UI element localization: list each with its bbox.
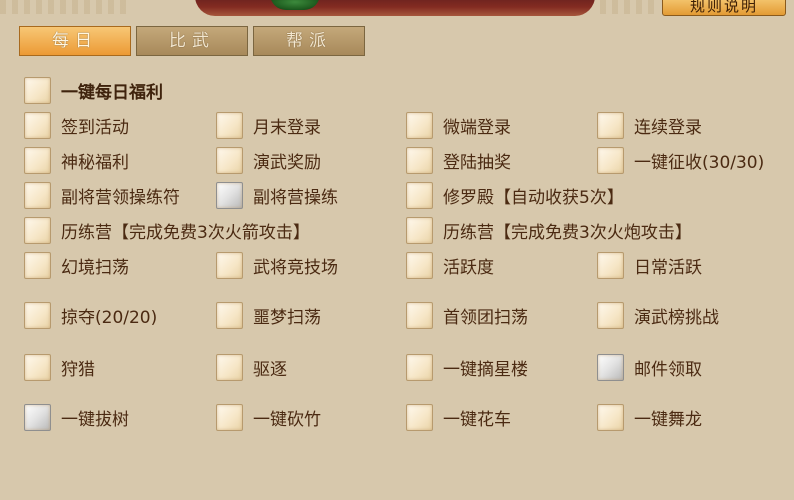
option-hunting[interactable]: 狩猎 bbox=[24, 353, 95, 381]
option-label: 登陆抽奖 bbox=[443, 152, 511, 173]
checkbox[interactable] bbox=[216, 181, 243, 209]
checkbox[interactable] bbox=[406, 146, 433, 174]
checkbox[interactable] bbox=[216, 251, 243, 279]
option-label: 演武榜挑战 bbox=[634, 307, 719, 328]
option-pull-tree[interactable]: 一键拔树 bbox=[24, 403, 129, 431]
checkbox[interactable] bbox=[406, 216, 433, 244]
option-label: 一键摘星楼 bbox=[443, 359, 528, 380]
checkbox[interactable] bbox=[216, 111, 243, 139]
checkbox[interactable] bbox=[597, 251, 624, 279]
option-label: 一键舞龙 bbox=[634, 409, 702, 430]
rules-button[interactable]: 规则说明 bbox=[662, 0, 786, 16]
option-activity[interactable]: 活跃度 bbox=[406, 251, 494, 279]
checkbox[interactable] bbox=[406, 353, 433, 381]
checkbox[interactable] bbox=[406, 181, 433, 209]
option-label: 日常活跃 bbox=[634, 257, 702, 278]
option-label: 武将竞技场 bbox=[253, 257, 338, 278]
option-boss-sweep[interactable]: 首领团扫荡 bbox=[406, 301, 528, 329]
checkbox[interactable] bbox=[406, 403, 433, 431]
option-label: 历练营【完成免费3次火箭攻击】 bbox=[61, 222, 310, 243]
option-label: 狩猎 bbox=[61, 359, 95, 380]
banner-decoration bbox=[195, 0, 595, 16]
option-one-key-levy[interactable]: 一键征收(30/30) bbox=[597, 146, 764, 174]
option-consecutive-login[interactable]: 连续登录 bbox=[597, 111, 702, 139]
option-expel[interactable]: 驱逐 bbox=[216, 353, 287, 381]
checkbox[interactable] bbox=[24, 216, 51, 244]
checkbox[interactable] bbox=[216, 353, 243, 381]
option-asura-hall[interactable]: 修罗殿【自动收获5次】 bbox=[406, 181, 624, 209]
checkbox[interactable] bbox=[24, 76, 51, 104]
option-label: 修罗殿【自动收获5次】 bbox=[443, 187, 624, 208]
option-plunder[interactable]: 掠夺(20/20) bbox=[24, 301, 157, 329]
option-label: 掠夺(20/20) bbox=[61, 307, 158, 328]
checkbox[interactable] bbox=[216, 301, 243, 329]
tab-bar: 每日 比武 帮派 bbox=[19, 26, 365, 56]
option-login-lottery[interactable]: 登陆抽奖 bbox=[406, 146, 511, 174]
option-label: 噩梦扫荡 bbox=[253, 307, 321, 328]
option-training-rocket[interactable]: 历练营【完成免费3次火箭攻击】 bbox=[24, 216, 310, 244]
option-daily-active[interactable]: 日常活跃 bbox=[597, 251, 702, 279]
option-mystery-welfare[interactable]: 神秘福利 bbox=[24, 146, 129, 174]
option-all-daily[interactable]: 一键每日福利 bbox=[24, 76, 163, 104]
tab-duel[interactable]: 比武 bbox=[136, 26, 248, 56]
option-camp-drill-token[interactable]: 副将营领操练符 bbox=[24, 181, 180, 209]
tab-guild[interactable]: 帮派 bbox=[253, 26, 365, 56]
option-label: 神秘福利 bbox=[61, 152, 129, 173]
option-label: 微端登录 bbox=[443, 117, 511, 138]
checkbox[interactable] bbox=[406, 111, 433, 139]
option-label: 历练营【完成免费3次火炮攻击】 bbox=[443, 222, 692, 243]
banner-pattern-right bbox=[600, 0, 660, 14]
option-label: 一键花车 bbox=[443, 409, 511, 430]
option-label: 签到活动 bbox=[61, 117, 129, 138]
option-drill-reward[interactable]: 演武奖励 bbox=[216, 146, 321, 174]
option-float-parade[interactable]: 一键花车 bbox=[406, 403, 511, 431]
option-label: 幻境扫荡 bbox=[61, 257, 129, 278]
option-mail-claim[interactable]: 邮件领取 bbox=[597, 353, 702, 381]
option-label: 活跃度 bbox=[443, 257, 494, 278]
checkbox[interactable] bbox=[597, 353, 624, 381]
option-training-cannon[interactable]: 历练营【完成免费3次火炮攻击】 bbox=[406, 216, 692, 244]
option-cut-bamboo[interactable]: 一键砍竹 bbox=[216, 403, 321, 431]
option-label: 演武奖励 bbox=[253, 152, 321, 173]
option-label: 驱逐 bbox=[253, 359, 287, 380]
checkbox[interactable] bbox=[597, 146, 624, 174]
option-dragon-dance[interactable]: 一键舞龙 bbox=[597, 403, 702, 431]
checkbox[interactable] bbox=[406, 251, 433, 279]
option-drill-rank-challenge[interactable]: 演武榜挑战 bbox=[597, 301, 719, 329]
option-label: 首领团扫荡 bbox=[443, 307, 528, 328]
option-camp-drill[interactable]: 副将营操练 bbox=[216, 181, 338, 209]
option-sign-in[interactable]: 签到活动 bbox=[24, 111, 129, 139]
checkbox[interactable] bbox=[24, 301, 51, 329]
tab-daily[interactable]: 每日 bbox=[19, 26, 131, 56]
checkbox[interactable] bbox=[597, 403, 624, 431]
checkbox[interactable] bbox=[24, 353, 51, 381]
checkbox[interactable] bbox=[216, 403, 243, 431]
option-label: 一键拔树 bbox=[61, 409, 129, 430]
checkbox[interactable] bbox=[24, 146, 51, 174]
option-label: 邮件领取 bbox=[634, 359, 702, 380]
checkbox[interactable] bbox=[597, 111, 624, 139]
option-general-arena[interactable]: 武将竞技场 bbox=[216, 251, 338, 279]
option-label: 一键每日福利 bbox=[61, 82, 163, 103]
option-label: 月末登录 bbox=[253, 117, 321, 138]
checkbox[interactable] bbox=[24, 181, 51, 209]
option-nightmare-sweep[interactable]: 噩梦扫荡 bbox=[216, 301, 321, 329]
checkbox[interactable] bbox=[24, 111, 51, 139]
option-label: 连续登录 bbox=[634, 117, 702, 138]
checkbox[interactable] bbox=[406, 301, 433, 329]
option-label: 一键砍竹 bbox=[253, 409, 321, 430]
option-label: 副将营领操练符 bbox=[61, 187, 180, 208]
option-label: 副将营操练 bbox=[253, 187, 338, 208]
option-star-tower[interactable]: 一键摘星楼 bbox=[406, 353, 528, 381]
banner-pattern-left bbox=[0, 0, 130, 14]
option-month-end-login[interactable]: 月末登录 bbox=[216, 111, 321, 139]
checkbox[interactable] bbox=[216, 146, 243, 174]
option-illusion-sweep[interactable]: 幻境扫荡 bbox=[24, 251, 129, 279]
option-label: 一键征收(30/30) bbox=[634, 152, 765, 173]
option-client-login[interactable]: 微端登录 bbox=[406, 111, 511, 139]
checkbox[interactable] bbox=[24, 403, 51, 431]
checkbox[interactable] bbox=[24, 251, 51, 279]
checkbox[interactable] bbox=[597, 301, 624, 329]
